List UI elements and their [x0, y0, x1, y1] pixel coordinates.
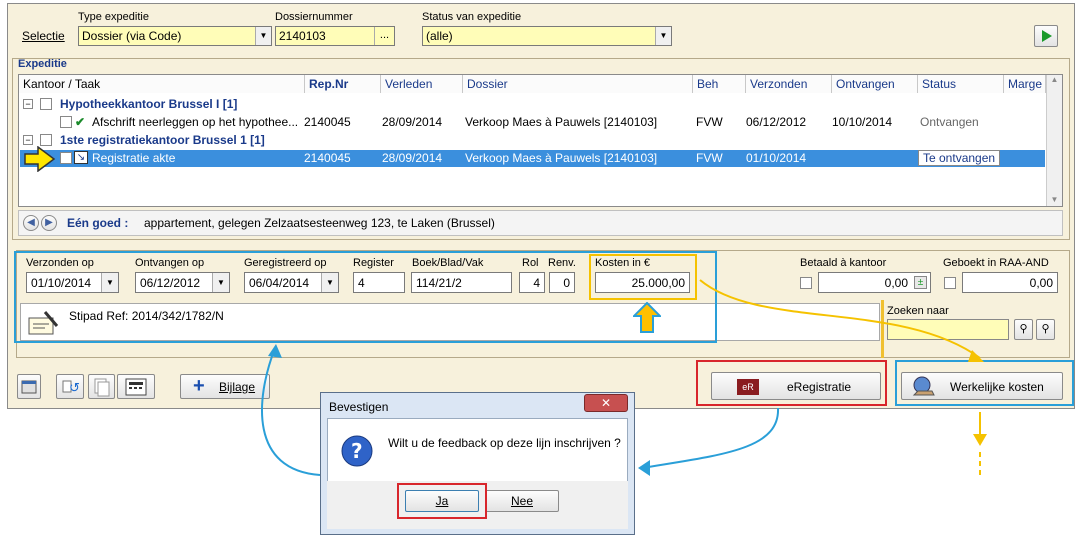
nee-button[interactable]: Nee	[485, 490, 559, 512]
confirm-dialog: Bevestigen ✕ ? Wilt u de feedback op dez…	[320, 392, 635, 535]
dialog-title: Bevestigen	[329, 400, 389, 414]
annotation-red-box-ja	[397, 483, 487, 519]
close-icon[interactable]: ✕	[584, 394, 628, 412]
question-icon: ?	[341, 435, 373, 467]
dialog-message: Wilt u de feedback op deze lijn inschrij…	[388, 436, 621, 450]
svg-text:?: ?	[351, 439, 363, 463]
